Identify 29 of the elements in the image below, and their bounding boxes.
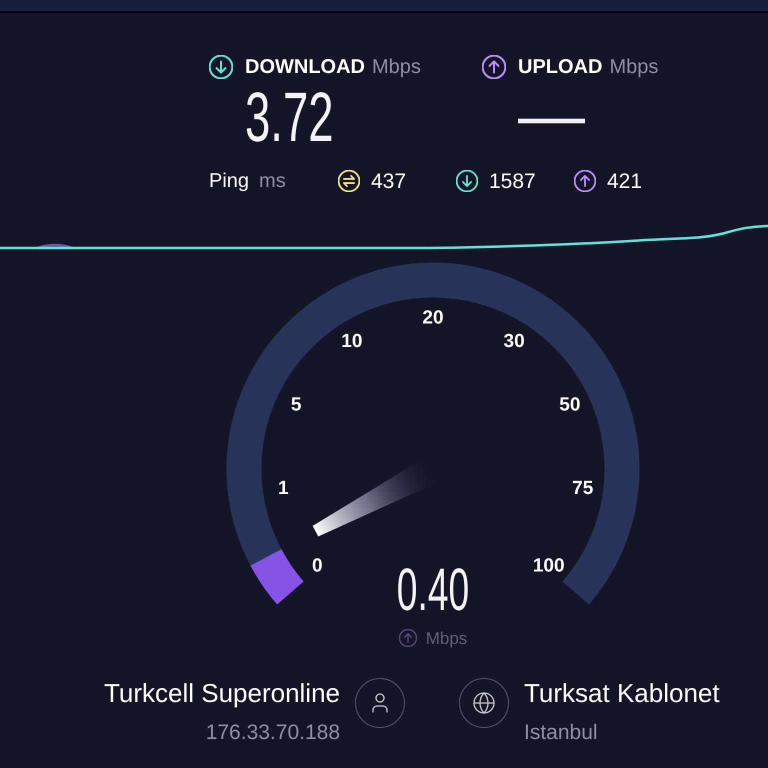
globe-icon <box>459 678 509 728</box>
gauge-scale-label: 0 <box>312 556 323 577</box>
person-icon <box>355 678 405 728</box>
result-label: DOWNLOAD <box>245 57 365 77</box>
gauge-scale-label: 20 <box>422 308 444 328</box>
ping-value: 1587 <box>489 170 536 192</box>
result-value: — <box>518 82 585 149</box>
provider-name: Turkcell Superonline <box>104 678 340 708</box>
swap-arrows-icon <box>338 170 360 192</box>
ping-label: Ping <box>209 171 250 191</box>
gauge-scale-label: 1 <box>278 478 289 500</box>
gauge-scale-label: 30 <box>504 331 525 352</box>
server-name: Turksat Kablonet <box>524 678 720 708</box>
gauge-unit: Mbps <box>426 630 468 646</box>
gauge-value: 0.40 <box>396 556 470 615</box>
gauge-scale-label: 10 <box>341 331 362 352</box>
gauge-scale-label: 75 <box>572 478 594 500</box>
provider-ip: 176.33.70.188 <box>206 720 340 746</box>
server-location: Istanbul <box>524 720 598 746</box>
gauge-scale-label: 100 <box>532 556 565 577</box>
result-unit: Mbps <box>372 57 421 77</box>
gauge-scale-label: 5 <box>290 394 302 416</box>
ping-value: 437 <box>371 170 406 192</box>
result-label: UPLOAD <box>518 57 602 77</box>
result-value: 3.72 <box>245 82 334 152</box>
ping-value: 421 <box>607 170 642 192</box>
ping-unit: ms <box>259 171 286 191</box>
gauge-scale-label: 50 <box>559 394 580 416</box>
result-unit: Mbps <box>609 57 658 77</box>
